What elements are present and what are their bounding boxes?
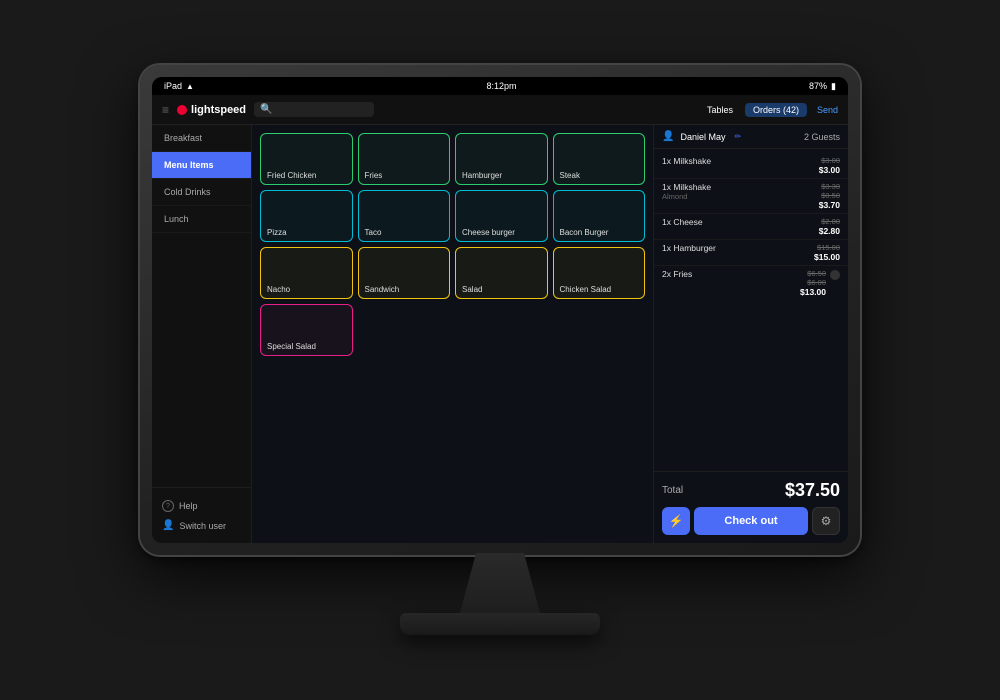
edit-icon[interactable]: ✏: [734, 132, 741, 141]
order-panel: 👤 Daniel May ✏ 2 Guests: [653, 125, 848, 543]
help-icon: ?: [162, 500, 174, 512]
menu-item-cheeseburger[interactable]: Cheese burger: [455, 190, 548, 242]
tab-orders[interactable]: Orders (42): [745, 103, 807, 117]
menu-item-bacon-burger[interactable]: Bacon Burger: [553, 190, 646, 242]
menu-item-sandwich[interactable]: Sandwich: [358, 247, 451, 299]
menu-item-taco[interactable]: Taco: [358, 190, 451, 242]
order-item-cheese[interactable]: 1x Cheese $2.80 $2.80: [654, 214, 848, 240]
guest-count-text: 2 Guests: [804, 132, 840, 142]
logo-area: lightspeed: [177, 104, 246, 116]
sidebar: Breakfast Menu Items Cold Drinks Lunch ?…: [152, 125, 252, 543]
order-item-fries[interactable]: 2x Fries $6.50 $6.00 $13.00: [654, 266, 848, 300]
menu-item-empty-3: [553, 304, 646, 356]
menu-item-salad[interactable]: Salad: [455, 247, 548, 299]
status-bar: iPad ▲ 8:12pm 87% ▮: [152, 77, 848, 95]
help-button[interactable]: ? Help: [160, 496, 243, 516]
terminal-body: iPad ▲ 8:12pm 87% ▮ ≡ lightspeed: [140, 65, 860, 555]
menu-area: Fried Chicken Fries Hamburger Steak Pizz…: [252, 125, 653, 543]
sidebar-item-lunch[interactable]: Lunch: [152, 206, 251, 233]
screen: iPad ▲ 8:12pm 87% ▮ ≡ lightspeed: [152, 77, 848, 543]
menu-item-fries[interactable]: Fries: [358, 133, 451, 185]
menu-item-pizza[interactable]: Pizza: [260, 190, 353, 242]
sidebar-item-menu-items[interactable]: Menu Items: [152, 152, 251, 179]
menu-item-fried-chicken[interactable]: Fried Chicken: [260, 133, 353, 185]
total-amount: $37.50: [785, 480, 840, 501]
battery-icon: ▮: [831, 81, 836, 92]
checkout-button[interactable]: Check out: [694, 507, 808, 535]
order-item-milkshake-almond[interactable]: 1x Milkshake Almond $3.30 $0.50 $3.70: [654, 179, 848, 214]
guest-count: 2 Guests: [804, 132, 840, 142]
order-item-hamburger[interactable]: 1x Hamburger $15.00 $15.00: [654, 240, 848, 266]
item-indicator: [830, 270, 840, 280]
order-item-milkshake-1[interactable]: 1x Milkshake $3.00 $3.00: [654, 153, 848, 179]
menu-item-hamburger[interactable]: Hamburger: [455, 133, 548, 185]
order-total-section: Total $37.50 ⚡ Check out ⚙: [654, 471, 848, 543]
total-label: Total: [662, 485, 683, 496]
time-display: 8:12pm: [486, 81, 516, 91]
help-label: Help: [179, 501, 198, 511]
tab-send[interactable]: Send: [817, 105, 838, 115]
app-header: ≡ lightspeed 🔍 Tables Orders (42) Send: [152, 95, 848, 125]
menu-item-steak[interactable]: Steak: [553, 133, 646, 185]
terminal-base: [400, 613, 600, 635]
checkout-row: ⚡ Check out ⚙: [662, 507, 840, 535]
status-left: iPad ▲: [164, 81, 194, 91]
search-box[interactable]: 🔍: [254, 102, 374, 117]
menu-item-empty-1: [358, 304, 451, 356]
search-icon: 🔍: [260, 104, 272, 115]
main-content: Breakfast Menu Items Cold Drinks Lunch ?…: [152, 125, 848, 543]
terminal-neck: [460, 553, 540, 613]
sidebar-item-breakfast[interactable]: Breakfast: [152, 125, 251, 152]
menu-grid: Fried Chicken Fries Hamburger Steak Pizz…: [260, 133, 645, 356]
lightning-button[interactable]: ⚡: [662, 507, 690, 535]
menu-item-empty-2: [455, 304, 548, 356]
hamburger-icon[interactable]: ≡: [162, 103, 169, 117]
tab-tables[interactable]: Tables: [699, 103, 741, 117]
menu-item-chicken-salad[interactable]: Chicken Salad: [553, 247, 646, 299]
battery-pct: 87%: [809, 81, 827, 91]
user-icon: 👤: [162, 520, 174, 531]
sidebar-item-cold-drinks[interactable]: Cold Drinks: [152, 179, 251, 206]
device-name: iPad: [164, 81, 182, 91]
status-right: 87% ▮: [809, 81, 836, 92]
customer-icon: 👤: [662, 131, 674, 142]
wifi-icon: ▲: [186, 82, 194, 91]
total-row: Total $37.50: [662, 480, 840, 501]
sidebar-bottom: ? Help 👤 Switch user: [152, 487, 251, 543]
menu-item-nacho[interactable]: Nacho: [260, 247, 353, 299]
logo-dot: [177, 105, 187, 115]
switch-user-label: Switch user: [179, 521, 226, 531]
pos-terminal: iPad ▲ 8:12pm 87% ▮ ≡ lightspeed: [140, 65, 860, 635]
screen-bezel: iPad ▲ 8:12pm 87% ▮ ≡ lightspeed: [152, 77, 848, 543]
order-items-list: 1x Milkshake $3.00 $3.00 1x Milk: [654, 149, 848, 471]
menu-item-special-salad[interactable]: Special Salad: [260, 304, 353, 356]
right-tabs: Tables Orders (42) Send: [699, 103, 838, 117]
settings-button[interactable]: ⚙: [812, 507, 840, 535]
switch-user-button[interactable]: 👤 Switch user: [160, 516, 243, 535]
order-customer: 👤 Daniel May ✏ 2 Guests: [654, 125, 848, 149]
logo-text: lightspeed: [191, 104, 246, 116]
customer-name: Daniel May: [680, 132, 725, 142]
